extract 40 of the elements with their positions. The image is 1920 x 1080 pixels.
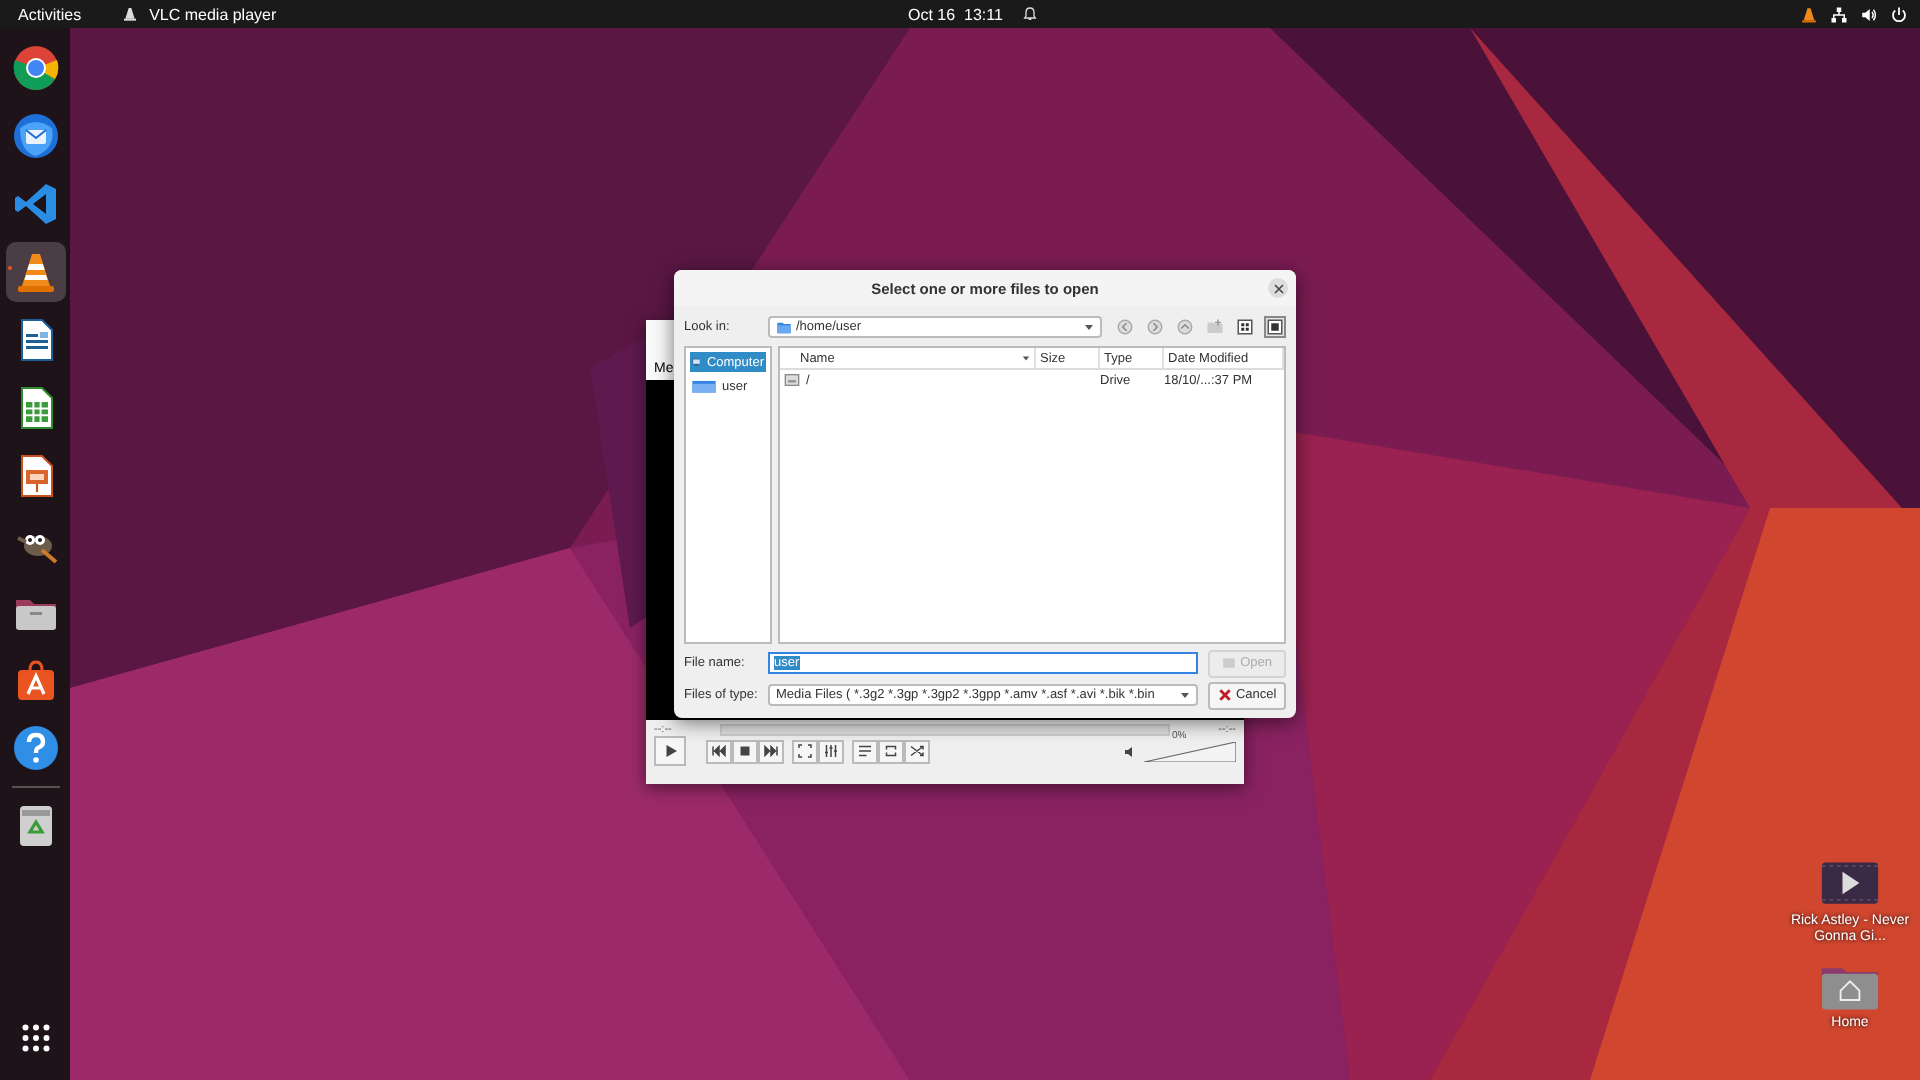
close-button[interactable]	[1268, 278, 1288, 298]
video-file-icon	[1820, 856, 1880, 910]
shuffle-icon	[908, 742, 926, 760]
stop-button[interactable]	[732, 739, 758, 763]
next-button[interactable]	[758, 739, 784, 763]
fullscreen-button[interactable]	[792, 739, 818, 763]
traffic-cone-icon[interactable]	[5, 242, 65, 302]
stop-icon	[736, 742, 754, 760]
traffic-cone-icon	[121, 6, 138, 22]
network-icon	[1830, 5, 1848, 23]
equalizer-button[interactable]	[818, 739, 844, 763]
activities-button[interactable]: Activities	[18, 5, 82, 23]
loop-button[interactable]	[878, 739, 904, 763]
drive-icon	[784, 372, 800, 388]
equalizer-icon	[822, 742, 840, 760]
app-menu[interactable]: VLC media player	[149, 5, 277, 23]
cancel-icon	[1217, 688, 1232, 702]
fullscreen-icon	[796, 742, 814, 760]
speaker-icon	[1860, 5, 1878, 23]
speaker-icon	[1124, 745, 1136, 757]
computer-icon	[692, 354, 701, 370]
power-icon	[1890, 5, 1908, 23]
playlist-button[interactable]	[852, 739, 878, 763]
play-icon	[661, 742, 679, 760]
shuffle-button[interactable]	[904, 739, 930, 763]
icon-view-button[interactable]	[1234, 316, 1256, 338]
previous-button[interactable]	[706, 739, 732, 763]
sort-icon	[1022, 354, 1030, 362]
detail-view-button[interactable]	[1264, 316, 1286, 338]
bell-icon	[1022, 6, 1039, 22]
close-icon	[1273, 283, 1283, 293]
play-button[interactable]	[654, 736, 686, 766]
caret-icon	[1180, 690, 1191, 700]
loop-icon	[882, 742, 900, 760]
clock[interactable]: Oct 16 13:11	[908, 5, 1003, 23]
caret-icon	[1084, 322, 1094, 332]
playlist-icon	[856, 742, 874, 760]
previous-icon	[710, 742, 728, 760]
traffic-cone-icon	[1800, 5, 1818, 23]
next-icon	[762, 742, 780, 760]
